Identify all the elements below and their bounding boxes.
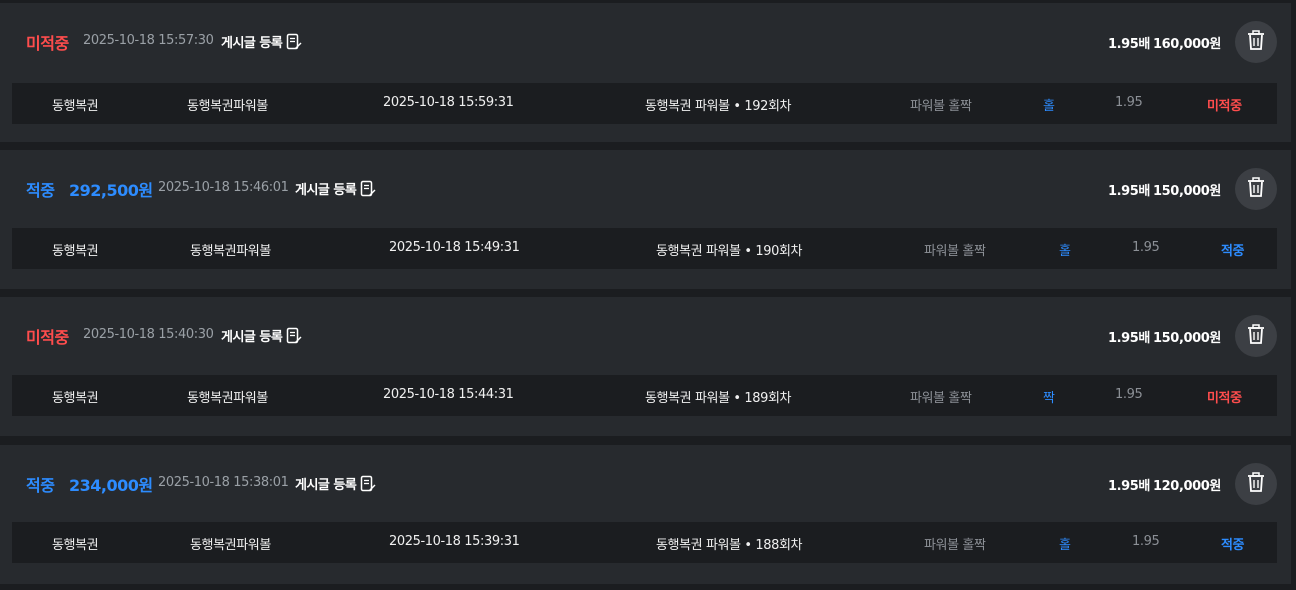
delete-button[interactable]	[1235, 463, 1277, 505]
detail-result: 미적중	[1207, 391, 1242, 406]
detail-pick: 홀	[1043, 99, 1055, 114]
post-register-button[interactable]: 게시글 등록	[295, 474, 376, 493]
detail-game: 동행복권파워볼	[190, 244, 271, 259]
detail-draw-time: 2025-10-18 15:59:31	[383, 95, 514, 110]
bet-card-header: 적중 234,000원 2025-10-18 15:38:01 게시글 등록 1…	[0, 445, 1291, 521]
detail-pick: 홀	[1059, 538, 1071, 553]
detail-draw-time: 2025-10-18 15:39:31	[389, 534, 520, 549]
detail-rate: 1.95	[1132, 534, 1160, 549]
bet-status: 미적중	[26, 34, 69, 53]
bet-card-header: 미적중 2025-10-18 15:57:30 게시글 등록 1.95배 160…	[0, 3, 1291, 79]
bet-card: 미적중 2025-10-18 15:40:30 게시글 등록 1.95배 150…	[0, 297, 1291, 436]
bet-card-header: 미적중 2025-10-18 15:40:30 게시글 등록 1.95배 150…	[0, 297, 1291, 373]
trash-icon	[1247, 177, 1265, 201]
detail-provider: 동행복권	[52, 244, 99, 259]
detail-result: 적중	[1221, 244, 1245, 259]
post-register-button[interactable]: 게시글 등록	[221, 32, 302, 51]
edit-note-icon	[360, 180, 376, 198]
bet-status: 적중	[26, 476, 55, 495]
bet-odds: 1.95배	[1107, 331, 1150, 346]
detail-game: 동행복권파워볼	[187, 99, 268, 114]
trash-icon	[1247, 472, 1265, 496]
bet-card: 미적중 2025-10-18 15:57:30 게시글 등록 1.95배 160…	[0, 3, 1291, 142]
bet-amount: 160,000원	[1153, 37, 1221, 52]
bet-amount: 150,000원	[1153, 331, 1221, 346]
post-register-label: 게시글 등록	[295, 478, 357, 493]
detail-provider: 동행복권	[52, 99, 99, 114]
bet-odds: 1.95배	[1107, 184, 1150, 199]
detail-rate: 1.95	[1132, 240, 1160, 255]
edit-note-icon	[286, 327, 302, 345]
detail-round: 동행복권 파워볼 • 190회차	[656, 244, 803, 259]
detail-draw-time: 2025-10-18 15:44:31	[383, 387, 514, 402]
bet-odds: 1.95배	[1107, 37, 1150, 52]
post-register-label: 게시글 등록	[221, 330, 283, 345]
bet-card: 적중 234,000원 2025-10-18 15:38:01 게시글 등록 1…	[0, 445, 1291, 584]
bet-detail-row: 동행복권 동행복권파워볼 2025-10-18 15:44:31 동행복권 파워…	[12, 375, 1277, 416]
trash-icon	[1247, 30, 1265, 54]
detail-market: 파워볼 홀짝	[910, 391, 972, 406]
detail-game: 동행복권파워볼	[190, 538, 271, 553]
bet-history-list: 미적중 2025-10-18 15:57:30 게시글 등록 1.95배 160…	[0, 0, 1296, 590]
bet-card: 적중 292,500원 2025-10-18 15:46:01 게시글 등록 1…	[0, 150, 1291, 289]
bet-datetime: 2025-10-18 15:57:30	[83, 33, 214, 48]
detail-round: 동행복권 파워볼 • 192회차	[645, 99, 792, 114]
bet-amount: 150,000원	[1153, 184, 1221, 199]
bet-payout: 234,000원	[69, 476, 153, 495]
bet-datetime: 2025-10-18 15:46:01	[158, 180, 289, 195]
post-register-button[interactable]: 게시글 등록	[221, 326, 302, 345]
post-register-label: 게시글 등록	[221, 36, 283, 51]
edit-note-icon	[360, 475, 376, 493]
detail-rate: 1.95	[1115, 387, 1143, 402]
detail-draw-time: 2025-10-18 15:49:31	[389, 240, 520, 255]
post-register-button[interactable]: 게시글 등록	[295, 179, 376, 198]
bet-detail-row: 동행복권 동행복권파워볼 2025-10-18 15:49:31 동행복권 파워…	[12, 228, 1277, 269]
bet-amount: 120,000원	[1153, 479, 1221, 494]
detail-result: 미적중	[1207, 99, 1242, 114]
detail-provider: 동행복권	[52, 538, 99, 553]
trash-icon	[1247, 324, 1265, 348]
detail-provider: 동행복권	[52, 391, 99, 406]
bet-odds: 1.95배	[1107, 479, 1150, 494]
detail-pick: 홀	[1059, 244, 1071, 259]
bet-detail-row: 동행복권 동행복권파워볼 2025-10-18 15:39:31 동행복권 파워…	[12, 522, 1277, 563]
detail-round: 동행복권 파워볼 • 188회차	[656, 538, 803, 553]
delete-button[interactable]	[1235, 168, 1277, 210]
detail-market: 파워볼 홀짝	[924, 538, 986, 553]
bet-status: 적중	[26, 181, 55, 200]
detail-game: 동행복권파워볼	[187, 391, 268, 406]
bet-status: 미적중	[26, 328, 69, 347]
delete-button[interactable]	[1235, 315, 1277, 357]
bet-datetime: 2025-10-18 15:40:30	[83, 327, 214, 342]
post-register-label: 게시글 등록	[295, 183, 357, 198]
detail-round: 동행복권 파워볼 • 189회차	[645, 391, 792, 406]
detail-rate: 1.95	[1115, 95, 1143, 110]
bet-detail-row: 동행복권 동행복권파워볼 2025-10-18 15:59:31 동행복권 파워…	[12, 83, 1277, 124]
bet-card-header: 적중 292,500원 2025-10-18 15:46:01 게시글 등록 1…	[0, 150, 1291, 226]
detail-market: 파워볼 홀짝	[910, 99, 972, 114]
delete-button[interactable]	[1235, 21, 1277, 63]
bet-datetime: 2025-10-18 15:38:01	[158, 475, 289, 490]
bet-payout: 292,500원	[69, 181, 153, 200]
edit-note-icon	[286, 33, 302, 51]
detail-market: 파워볼 홀짝	[924, 244, 986, 259]
detail-pick: 짝	[1043, 391, 1055, 406]
detail-result: 적중	[1221, 538, 1245, 553]
